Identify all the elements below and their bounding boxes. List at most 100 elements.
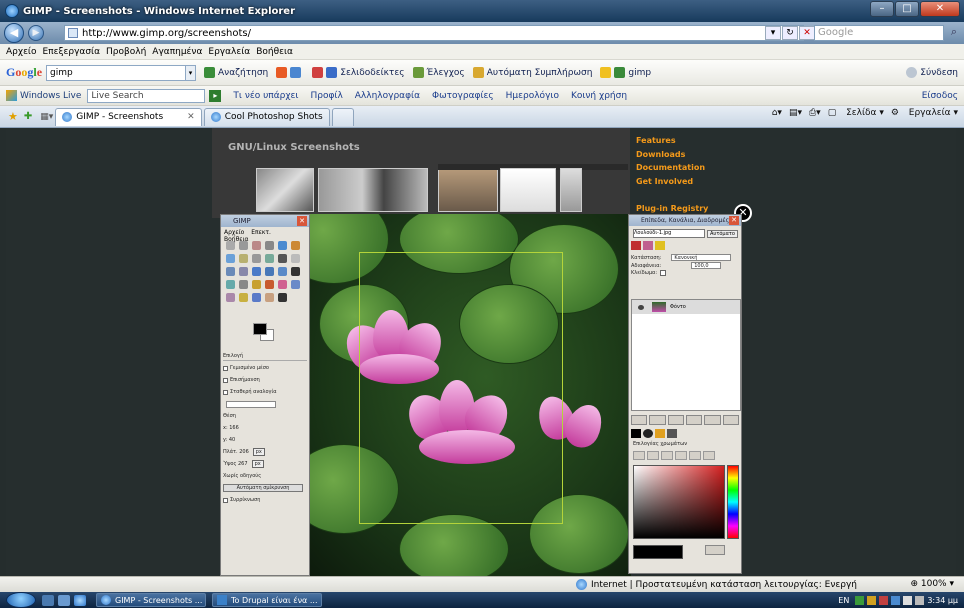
channels-tab-icon[interactable]: [643, 241, 653, 250]
gimp-close-icon[interactable]: ✕: [729, 216, 739, 225]
page-menu[interactable]: ▢ Σελίδα ▾: [828, 108, 884, 118]
live-link-whats-new[interactable]: Τι νέο υπάρχει: [233, 91, 298, 101]
screenshot-thumbnail[interactable]: [500, 168, 556, 212]
taskbar-button-ie[interactable]: GIMP - Screenshots ...: [96, 593, 206, 607]
menu-edit[interactable]: Επεξεργασία: [43, 47, 101, 57]
pencil-tool-icon[interactable]: [252, 280, 261, 289]
maximize-button[interactable]: □: [895, 1, 919, 17]
live-link-sharing[interactable]: Κοινή χρήση: [571, 91, 627, 101]
brush-icon[interactable]: [631, 429, 641, 438]
brush-icon[interactable]: [643, 429, 653, 438]
menu-view[interactable]: Προβολή: [106, 47, 146, 57]
guides-select[interactable]: Χωρίς οδηγούς: [223, 473, 261, 479]
shear-tool-icon[interactable]: [252, 267, 261, 276]
windows-live-brand[interactable]: Windows Live: [6, 90, 81, 101]
gimp-menu-file[interactable]: Αρχείο: [224, 229, 244, 236]
color-square[interactable]: [633, 465, 725, 539]
perspective-tool-icon[interactable]: [265, 267, 274, 276]
ie-icon[interactable]: [74, 594, 86, 606]
sidebar-link-documentation[interactable]: Documentation: [636, 161, 708, 175]
zoom-tool-icon[interactable]: [252, 254, 261, 263]
measure-tool-icon[interactable]: [265, 254, 274, 263]
tray-icon[interactable]: [855, 595, 865, 605]
bucket-fill-tool-icon[interactable]: [226, 280, 235, 289]
live-search-go-icon[interactable]: ▸: [209, 89, 222, 102]
address-bar[interactable]: http://www.gimp.org/screenshots/: [64, 25, 804, 41]
crop-tool-icon[interactable]: [291, 254, 300, 263]
ink-tool-icon[interactable]: [226, 293, 235, 302]
flip-tool-icon[interactable]: [278, 267, 287, 276]
autofill-button[interactable]: Αυτόματη Συμπλήρωση: [472, 67, 592, 78]
color-picker-tool-icon[interactable]: [239, 254, 248, 263]
new-layer-icon[interactable]: [631, 415, 648, 425]
autoshrink-button[interactable]: Αυτόματη σμίκρυνση: [223, 484, 303, 492]
google-search-input[interactable]: gimp: [46, 64, 187, 81]
new-tab-button[interactable]: [331, 107, 354, 126]
tools-menu[interactable]: ⚙ Εργαλεία ▾: [891, 108, 958, 118]
unit-button[interactable]: px: [251, 460, 264, 468]
clock[interactable]: 3:34 μμ: [927, 596, 958, 605]
option-checkbox[interactable]: [223, 365, 228, 371]
zoom-control[interactable]: ⊕ 100% ▾: [910, 579, 954, 589]
move-tool-icon[interactable]: [278, 254, 287, 263]
option-checkbox[interactable]: [223, 377, 228, 383]
paintbrush-tool-icon[interactable]: [265, 280, 274, 289]
quick-tabs-icon[interactable]: ▦▾: [40, 112, 53, 122]
sidebar-link-features[interactable]: Features: [636, 134, 708, 148]
smudge-tool-icon[interactable]: [265, 293, 274, 302]
width-field[interactable]: Πλάτ. 206: [223, 449, 249, 455]
color-picker-button[interactable]: [705, 545, 725, 555]
live-link-photos[interactable]: Φωτογραφίες: [432, 91, 494, 101]
pattern-icon[interactable]: [655, 429, 665, 438]
tray-icon[interactable]: [879, 595, 889, 605]
print-icon[interactable]: ⎙▾: [809, 108, 821, 118]
rotate-tool-icon[interactable]: [226, 267, 235, 276]
live-link-mail[interactable]: Αλληλογραφία: [355, 91, 420, 101]
tray-icon[interactable]: [891, 595, 901, 605]
menu-help[interactable]: Βοήθεια: [256, 47, 293, 57]
feeds-icon[interactable]: ▤▾: [789, 108, 802, 118]
pos-y-field[interactable]: y: 40: [223, 437, 235, 443]
lock-checkbox[interactable]: [660, 270, 667, 276]
paths-tool-icon[interactable]: [226, 254, 235, 263]
cmyk-selector-icon[interactable]: [647, 451, 659, 460]
ellipse-select-tool-icon[interactable]: [239, 241, 248, 250]
highlight-gimp-button[interactable]: gimp: [600, 67, 651, 78]
eraser-tool-icon[interactable]: [278, 280, 287, 289]
hue-slider[interactable]: [727, 465, 739, 539]
fuzzy-select-tool-icon[interactable]: [265, 241, 274, 250]
toolbar-icons[interactable]: [276, 67, 304, 78]
heal-tool-icon[interactable]: [252, 293, 261, 302]
live-search-input[interactable]: Live Search: [87, 88, 206, 103]
fg-bg-color-swatch[interactable]: [253, 323, 275, 341]
option-checkbox[interactable]: [223, 389, 228, 395]
image-selector[interactable]: Λουλούδι-1.jpg: [633, 229, 705, 238]
start-button[interactable]: [6, 592, 36, 608]
search-box[interactable]: Google: [814, 25, 944, 41]
rect-select-tool-icon[interactable]: [226, 241, 235, 250]
show-desktop-icon[interactable]: [42, 594, 54, 606]
scale-tool-icon[interactable]: [239, 267, 248, 276]
close-window-button[interactable]: ✕: [920, 1, 960, 17]
dropdown-arrow-icon[interactable]: ▾: [765, 26, 781, 40]
switch-windows-icon[interactable]: [58, 594, 70, 606]
foreground-color[interactable]: [253, 323, 267, 335]
eye-icon[interactable]: [638, 304, 644, 310]
stop-icon[interactable]: ✕: [799, 26, 815, 40]
language-indicator[interactable]: EN: [838, 596, 849, 605]
back-button[interactable]: ◀: [4, 23, 24, 43]
paths-tab-icon[interactable]: [655, 241, 665, 250]
menu-file[interactable]: Αρχείο: [6, 47, 37, 57]
screenshot-thumbnail[interactable]: [560, 168, 582, 212]
auto-button[interactable]: Αυτόματο: [707, 229, 738, 238]
screenshot-thumbnail[interactable]: [256, 168, 314, 212]
delete-layer-icon[interactable]: [722, 415, 739, 425]
mode-select[interactable]: Κανονική: [671, 254, 732, 261]
forward-button[interactable]: ▶: [28, 25, 44, 41]
home-icon[interactable]: ⌂▾: [772, 108, 782, 118]
gimp-selector-icon[interactable]: [633, 451, 645, 460]
text-tool-icon[interactable]: [291, 267, 300, 276]
scissors-tool-icon[interactable]: [291, 241, 300, 250]
volume-icon[interactable]: [915, 595, 925, 605]
gradient-icon[interactable]: [667, 429, 677, 438]
